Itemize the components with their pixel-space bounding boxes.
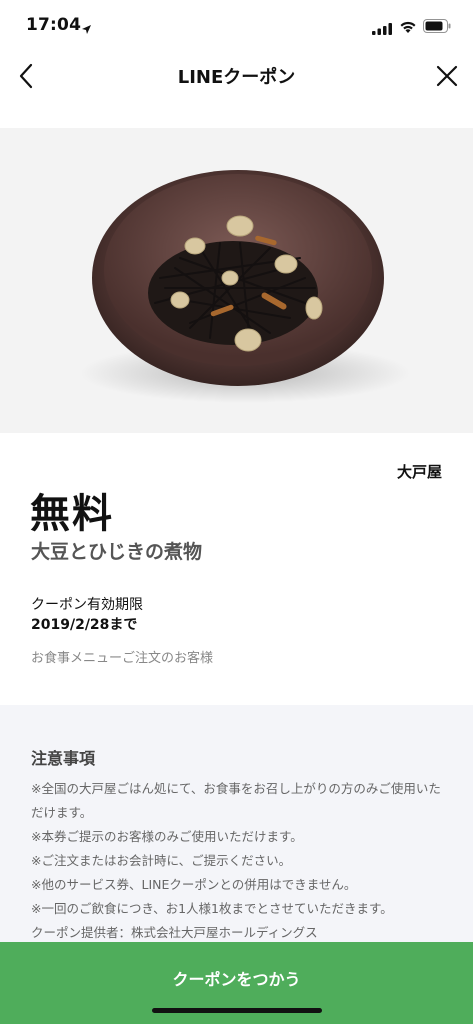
expiry-label: クーポン有効期限 (31, 597, 143, 613)
merchant-name: 大戸屋 (396, 463, 442, 481)
status-bar: 17:04 (0, 0, 473, 52)
notes-title: 注意事項 (31, 749, 96, 768)
close-button[interactable] (429, 58, 465, 94)
use-coupon-label: クーポンをつかう (172, 970, 301, 989)
nav-bar: LINEクーポン (0, 52, 473, 100)
coupon-image (0, 128, 473, 433)
signal-icon (372, 20, 392, 39)
battery-icon (423, 18, 451, 37)
note-line: ※ご注文またはお会計時に、ご提示ください。 (31, 853, 292, 868)
page-title: LINEクーポン (177, 67, 296, 88)
coupon-price: 無料 (30, 491, 114, 537)
home-indicator (152, 1008, 322, 1013)
status-time: 17:04 (26, 15, 82, 35)
note-line: ※全国の大戸屋ごはん処にて、お食事をお召し上がりの方のみご使用いただけます。 (31, 781, 441, 820)
note-line: ※本券ご提示のお客様のみご使用いただけます。 (31, 829, 303, 844)
expiry-date: 2019/2/28まで (31, 617, 138, 633)
wifi-icon (399, 19, 417, 38)
coupon-item-name: 大豆とひじきの煮物 (31, 541, 203, 563)
coupon-target: お食事メニューご注文のお客様 (31, 651, 214, 666)
notes-list: ※全国の大戸屋ごはん処にて、お食事をお召し上がりの方のみご使用いただけます。 ※… (31, 777, 446, 945)
note-line: ※一回のご飲食につき、お1人様1枚までとさせていただきます。 (31, 901, 393, 916)
note-line: ※他のサービス券、LINEクーポンとの併用はできません。 (31, 877, 357, 892)
close-icon (436, 65, 458, 87)
location-arrow-icon (81, 20, 92, 39)
